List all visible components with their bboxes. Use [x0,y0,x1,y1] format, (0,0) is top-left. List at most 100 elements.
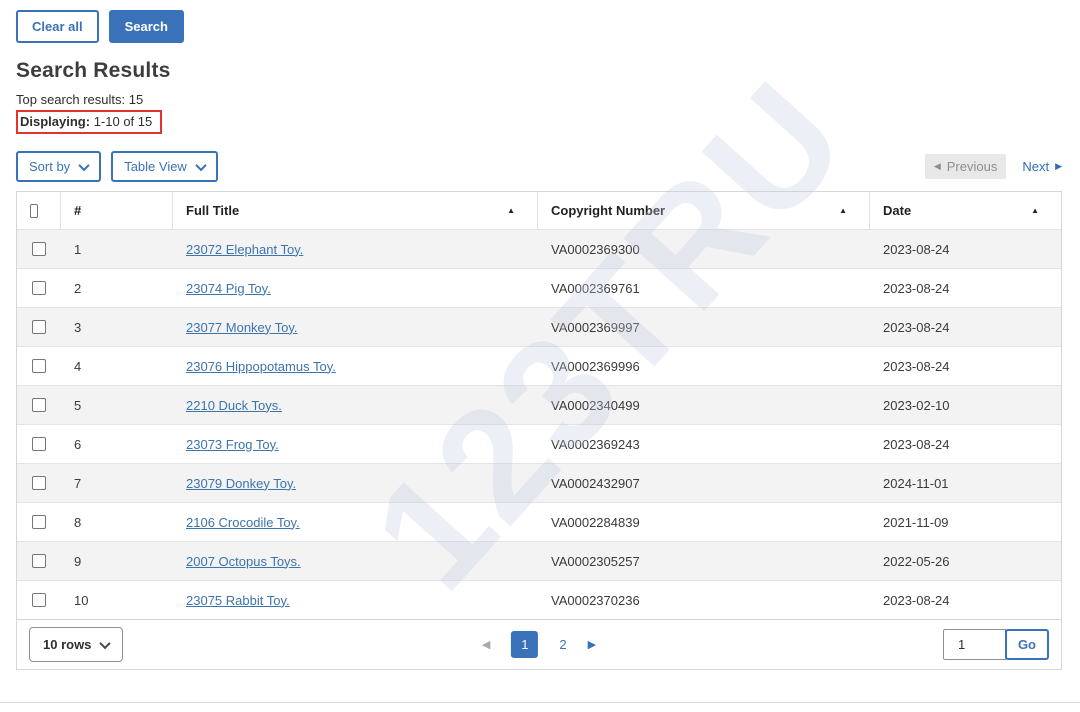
copyright-number: VA0002369761 [551,280,640,296]
full-title-link[interactable]: 2106 Crocodile Toy. [186,515,300,530]
full-title-link[interactable]: 23076 Hippopotamus Toy. [186,359,336,374]
header-number-label: # [74,203,82,218]
bottom-pagination: ◀ 1 2 ▶ [482,631,596,658]
header-date[interactable]: Date ▲ [870,192,1061,229]
table-row: 2 23074 Pig Toy. VA0002369761 2023-08-24 [17,268,1061,307]
registration-date: 2023-08-24 [883,436,950,452]
registration-date: 2022-05-26 [883,553,950,569]
table-row: 4 23076 Hippopotamus Toy. VA0002369996 2… [17,346,1061,385]
table-row: 5 2210 Duck Toys. VA0002340499 2023-02-1… [17,385,1061,424]
full-title-link[interactable]: 23074 Pig Toy. [186,281,271,296]
table-header-row: # Full Title ▲ Copyright Number ▲ Date ▲ [17,192,1061,229]
row-checkbox-cell [17,281,61,295]
row-checkbox-cell [17,320,61,334]
registration-date: 2023-08-24 [883,280,950,296]
top-results-count: Top search results: 15 [16,92,144,107]
copyright-number: VA0002369243 [551,436,640,452]
table-view-dropdown[interactable]: Table View [111,151,218,182]
table-controls-row: Sort by Table View ◀ Previous Next ▶ [16,151,1062,182]
results-table: # Full Title ▲ Copyright Number ▲ Date ▲… [16,191,1062,670]
table-row: 6 23073 Frog Toy. VA0002369243 2023-08-2… [17,424,1061,463]
table-footer: 10 rows ◀ 1 2 ▶ Go [17,619,1061,669]
row-number: 6 [74,436,82,452]
header-copyright-number[interactable]: Copyright Number ▲ [538,192,870,229]
row-checkbox-cell [17,476,61,490]
row-number: 10 [74,592,89,608]
page-1-current[interactable]: 1 [511,631,539,658]
chevron-down-icon [195,159,207,171]
select-all-checkbox[interactable] [30,203,38,218]
row-checkbox[interactable] [32,320,46,334]
full-title-link[interactable]: 23077 Monkey Toy. [186,320,298,335]
previous-label: Previous [946,159,998,174]
full-title-link[interactable]: 2210 Duck Toys. [186,398,282,413]
full-title-link[interactable]: 23079 Donkey Toy. [186,476,296,491]
search-results-page: 123TRU Clear all Search Search Results T… [0,0,1080,712]
table-row: 8 2106 Crocodile Toy. VA0002284839 2021-… [17,502,1061,541]
page-bottom-divider [0,702,1080,703]
table-row: 10 23075 Rabbit Toy. VA0002370236 2023-0… [17,580,1061,619]
row-checkbox[interactable] [32,593,46,607]
left-triangle-icon: ◀ [933,161,941,171]
full-title-link[interactable]: 23073 Frog Toy. [186,437,279,452]
copyright-number: VA0002284839 [551,514,640,530]
copyright-number: VA0002369300 [551,241,640,257]
row-checkbox-cell [17,593,61,607]
next-label: Next [1022,159,1050,174]
registration-date: 2023-08-24 [883,319,950,335]
full-title-link[interactable]: 23075 Rabbit Toy. [186,593,290,608]
row-checkbox[interactable] [32,476,46,490]
go-button[interactable]: Go [1004,629,1049,660]
next-button[interactable]: Next ▶ [1022,159,1062,174]
header-date-label: Date [883,203,912,218]
registration-date: 2023-08-24 [883,592,950,608]
row-checkbox-cell [17,359,61,373]
row-checkbox-cell [17,398,61,412]
row-number: 1 [74,241,82,257]
sort-ascending-icon[interactable]: ▲ [839,206,847,215]
clear-all-button[interactable]: Clear all [16,10,99,43]
row-number: 4 [74,358,82,374]
header-checkbox-cell [17,192,61,229]
displaying-annotation: Displaying: 1-10 of 15 [16,110,163,134]
page-title: Search Results [16,59,171,82]
table-row: 3 23077 Monkey Toy. VA0002369997 2023-08… [17,307,1061,346]
row-number: 7 [74,475,82,491]
row-checkbox[interactable] [32,437,46,451]
header-copyright-number-label: Copyright Number [551,203,666,218]
registration-date: 2023-02-10 [883,397,950,413]
header-full-title[interactable]: Full Title ▲ [173,192,538,229]
row-number: 9 [74,553,82,569]
row-checkbox-cell [17,515,61,529]
page-number-input[interactable] [942,629,1006,660]
row-checkbox[interactable] [32,242,46,256]
table-row: 9 2007 Octopus Toys. VA0002305257 2022-0… [17,541,1061,580]
row-checkbox[interactable] [32,515,46,529]
right-triangle-icon: ▶ [1055,161,1062,171]
search-button[interactable]: Search [108,10,184,43]
previous-button[interactable]: ◀ Previous [924,154,1007,179]
row-checkbox[interactable] [32,281,46,295]
sort-ascending-icon[interactable]: ▲ [1031,206,1039,215]
header-number: # [61,192,173,229]
registration-date: 2023-08-24 [883,241,950,257]
prev-page-icon[interactable]: ◀ [482,638,490,651]
full-title-link[interactable]: 2007 Octopus Toys. [186,554,301,569]
sort-by-dropdown[interactable]: Sort by [16,151,102,182]
row-checkbox[interactable] [32,359,46,373]
row-number: 2 [74,280,82,296]
action-buttons: Clear all Search [16,10,1062,43]
full-title-link[interactable]: 23072 Elephant Toy. [186,242,303,257]
row-checkbox[interactable] [32,398,46,412]
row-checkbox[interactable] [32,554,46,568]
table-row: 7 23079 Donkey Toy. VA0002432907 2024-11… [17,463,1061,502]
next-page-icon[interactable]: ▶ [588,638,596,651]
chevron-down-icon [99,637,112,649]
view-controls: Sort by Table View [16,151,218,182]
table-body: 1 23072 Elephant Toy. VA0002369300 2023-… [17,229,1061,619]
page-2-link[interactable]: 2 [559,637,566,652]
rows-per-page-dropdown[interactable]: 10 rows [29,627,124,662]
copyright-number: VA0002369996 [551,358,640,374]
chevron-down-icon [78,159,90,171]
sort-ascending-icon[interactable]: ▲ [507,206,515,215]
